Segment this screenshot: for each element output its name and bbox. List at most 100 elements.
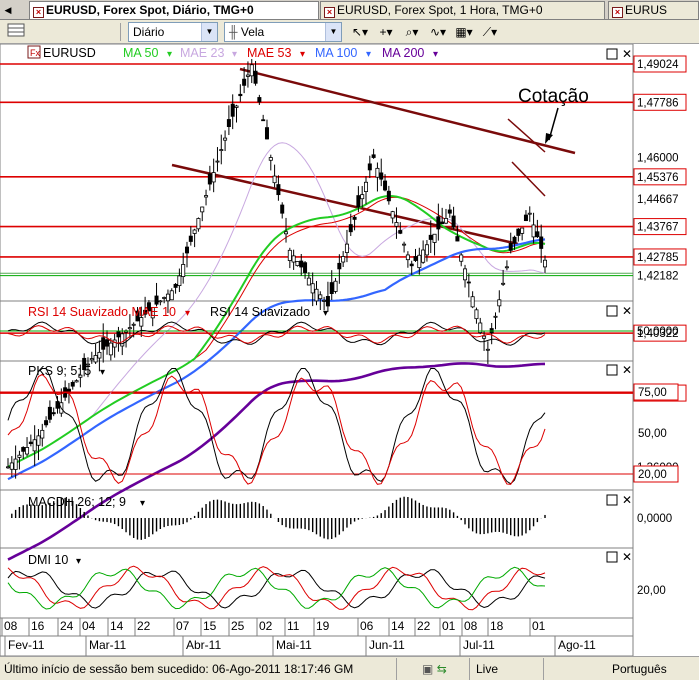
pks-close-icon[interactable]: ✕ xyxy=(622,363,632,377)
x-month-label: Mai-11 xyxy=(276,638,312,652)
tab-eurusd-hourly[interactable]: × EURUSD, Forex Spot, 1 Hora, TMG+0 xyxy=(320,1,605,19)
pks-menu-icon[interactable]: ▾ xyxy=(100,367,105,378)
period-select[interactable]: Diário ▼ xyxy=(128,22,218,42)
candle-body xyxy=(341,256,346,263)
candle-body xyxy=(154,295,159,305)
tab-eurusd-daily[interactable]: × EURUSD, Forex Spot, Diário, TMG+0 xyxy=(29,1,319,19)
chevron-down-icon[interactable]: ▼ xyxy=(201,23,217,41)
candle-body xyxy=(105,339,110,347)
x-day-label: 02 xyxy=(259,619,273,633)
x-month-label: Mar-11 xyxy=(89,638,126,652)
connection-icon[interactable]: ⇆ xyxy=(437,662,447,676)
dmi-maximize-icon[interactable] xyxy=(606,551,618,563)
symbol-label[interactable]: EURUSD xyxy=(43,46,96,60)
candle-body xyxy=(211,172,216,183)
status-language[interactable]: Português xyxy=(598,658,699,680)
legend-mae23-menu-icon[interactable]: ▾ xyxy=(232,49,237,60)
x-month-label: Jun-11 xyxy=(369,638,405,652)
candle-body xyxy=(535,231,540,238)
macdh-legend[interactable]: MACDH 26; 12; 9 xyxy=(28,495,126,509)
candle-body xyxy=(390,211,395,219)
candle-body xyxy=(264,127,269,140)
candle-body xyxy=(284,231,289,235)
x-day-label: 06 xyxy=(360,619,374,633)
legend-ma50[interactable]: MA 50 xyxy=(123,46,158,60)
pks-axis-label: 20,00 xyxy=(638,469,667,481)
rsi-menu-icon[interactable]: ▾ xyxy=(185,308,190,319)
dmi-close-icon[interactable]: ✕ xyxy=(622,550,632,564)
candle-body xyxy=(512,236,517,244)
chart-canvas[interactable]: Cotação 1,49024 1,47786 1,46000 1,45376 1,44… xyxy=(0,44,699,656)
legend-ma200-menu-icon[interactable]: ▾ xyxy=(433,49,438,60)
macdh-maximize-icon[interactable] xyxy=(606,494,618,506)
x-day-label: 08 xyxy=(4,619,18,633)
pks-maximize-icon[interactable] xyxy=(606,364,618,376)
candle-body xyxy=(337,262,342,270)
fx-icon-glyph: Fx xyxy=(30,48,40,58)
candle-body xyxy=(188,235,193,242)
candle-body xyxy=(21,447,26,452)
chart-type-icon: ╫ xyxy=(229,25,238,39)
tab-scroll-left[interactable]: ◀ xyxy=(2,3,14,17)
x-day-label: 04 xyxy=(82,619,96,633)
x-day-label: 11 xyxy=(287,619,300,633)
candle-body xyxy=(108,342,113,356)
candle-body xyxy=(447,209,452,214)
crosshair-icon[interactable]: +▾ xyxy=(374,23,398,41)
legend-mae23[interactable]: MAE 23 xyxy=(180,46,225,60)
wave-icon[interactable]: ∿▾ xyxy=(426,23,450,41)
candle-body xyxy=(367,163,372,171)
x-day-label: 24 xyxy=(60,619,74,633)
candle-body xyxy=(527,212,532,215)
rsi-maximize-icon[interactable] xyxy=(606,305,618,317)
candle-body xyxy=(204,195,209,198)
candle-body xyxy=(272,175,277,184)
main-close-icon[interactable]: ✕ xyxy=(622,47,632,61)
chart-area[interactable]: Cotação 1,49024 1,47786 1,46000 1,45376 1,44… xyxy=(0,44,699,656)
legend-ma200[interactable]: MA 200 xyxy=(382,46,424,60)
macdh-close-icon[interactable]: ✕ xyxy=(622,493,632,507)
zoom-icon[interactable]: ⌕▾ xyxy=(400,23,424,41)
rsi-legend-2[interactable]: RSI 14 Suavizado xyxy=(210,305,310,319)
line-tool-icon[interactable]: ⟋▾ xyxy=(478,23,502,41)
chart-type-select[interactable]: ╫ Vela ▼ xyxy=(224,22,342,42)
status-connection: Live xyxy=(474,658,544,680)
macdh-menu-icon[interactable]: ▾ xyxy=(140,498,145,509)
chevron-down-icon[interactable]: ▼ xyxy=(325,23,341,41)
candle-body xyxy=(451,215,456,228)
candle-body xyxy=(306,277,311,286)
candle-body xyxy=(66,388,71,393)
candle-body xyxy=(200,206,205,213)
legend-mae53[interactable]: MAE 53 xyxy=(247,46,292,60)
pks-axis-label: 50,00 xyxy=(638,428,667,440)
pks-legend[interactable]: PKS 9; 5; 5 xyxy=(28,364,91,378)
grid-icon[interactable]: ▦▾ xyxy=(452,23,476,41)
x-month-label: Jul-11 xyxy=(463,638,495,652)
legend-ma50-menu-icon[interactable]: ▾ xyxy=(167,49,172,60)
tab-label: EURUSD, Forex Spot, Diário, TMG+0 xyxy=(46,3,254,17)
candle-body xyxy=(504,266,509,269)
dmi-legend[interactable]: DMI 10 xyxy=(28,553,68,567)
legend-mae53-menu-icon[interactable]: ▾ xyxy=(300,49,305,60)
candle-body xyxy=(101,337,106,350)
candle-body xyxy=(379,172,384,180)
tab-eurus[interactable]: × EURUS xyxy=(608,1,699,19)
candle-body xyxy=(493,315,498,318)
candle-body xyxy=(177,275,182,287)
rsi-legend[interactable]: RSI 14 Suavizado MAE 10 xyxy=(28,305,176,319)
dmi-menu-icon[interactable]: ▾ xyxy=(76,556,81,567)
price-label: 1,46000 xyxy=(637,153,679,165)
x-day-label: 22 xyxy=(417,619,431,633)
grid-icon[interactable] xyxy=(4,23,28,41)
candle-body xyxy=(501,282,506,285)
chart-tab-icon: × xyxy=(324,7,335,18)
main-maximize-icon[interactable] xyxy=(606,48,618,60)
candle-body xyxy=(428,234,433,240)
arrow-dropdown-icon[interactable]: ↖▾ xyxy=(348,23,372,41)
legend-ma100[interactable]: MA 100 xyxy=(315,46,357,60)
rsi-menu-icon-2[interactable]: ▾ xyxy=(323,308,328,319)
rsi-close-icon[interactable]: ✕ xyxy=(622,304,632,318)
status-icons: ▣ ⇆ xyxy=(400,658,470,680)
legend-ma100-menu-icon[interactable]: ▾ xyxy=(366,49,371,60)
candle-body xyxy=(13,458,18,470)
